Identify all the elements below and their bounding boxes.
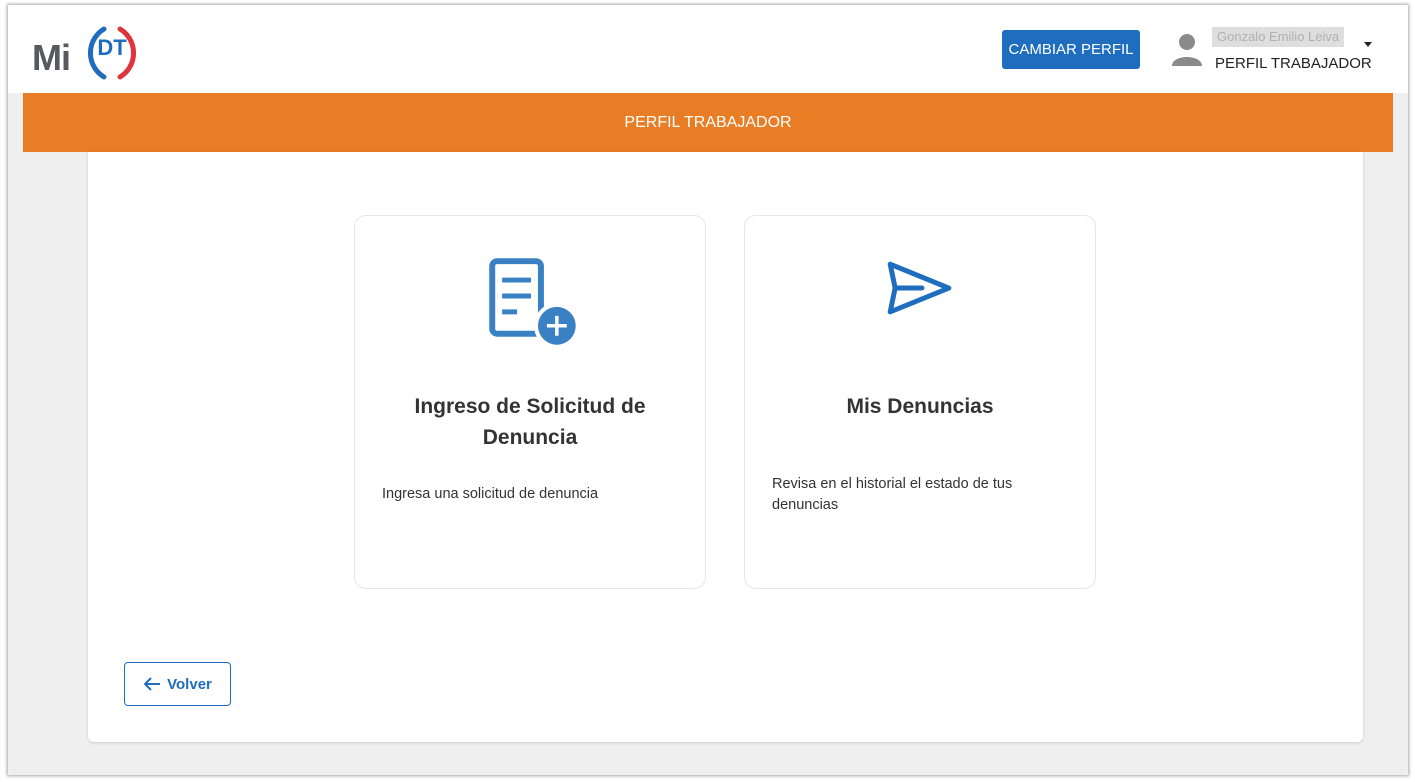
person-icon: [1172, 34, 1202, 66]
banner-title: PERFIL TRABAJADOR: [624, 113, 792, 131]
volver-label: Volver: [167, 675, 212, 693]
card-title: Ingreso de Solicitud de Denuncia: [414, 395, 646, 449]
cambiar-perfil-button[interactable]: CAMBIAR PERFIL: [1002, 30, 1140, 69]
card-title: Mis Denuncias: [846, 395, 994, 418]
caret-down-icon[interactable]: [1364, 42, 1372, 47]
logo-dt-text: DT: [97, 35, 127, 60]
document-add-icon: [489, 258, 580, 349]
card-description: Ingresa una solicitud de denuncia: [382, 486, 599, 502]
profile-banner: PERFIL TRABAJADOR: [23, 93, 1393, 152]
mi-dt-logo[interactable]: Mi DT: [32, 23, 152, 87]
user-name[interactable]: Gonzalo Emilio Leiva: [1212, 27, 1345, 47]
user-role: PERFIL TRABAJADOR: [1215, 55, 1372, 72]
send-icon: [887, 261, 952, 315]
arrow-left-icon: [143, 677, 161, 691]
app-window: Mi DT CAMBIAR PERFIL Gonzalo Emilio Leiv…: [8, 5, 1408, 775]
card-description: Revisa en el historial el estado de tus …: [772, 476, 1013, 513]
main-content-panel: Ingreso de Solicitud de Denuncia Ingresa…: [88, 152, 1363, 742]
card-mis-denuncias[interactable]: Mis Denuncias Revisa en el historial el …: [744, 215, 1096, 589]
top-bar: Mi DT CAMBIAR PERFIL Gonzalo Emilio Leiv…: [8, 5, 1408, 93]
card-ingreso-solicitud[interactable]: Ingreso de Solicitud de Denuncia Ingresa…: [354, 215, 706, 589]
logo-dt-mark: DT: [87, 26, 137, 80]
logo-mi-text: Mi: [32, 37, 71, 78]
volver-button[interactable]: Volver: [124, 662, 231, 706]
